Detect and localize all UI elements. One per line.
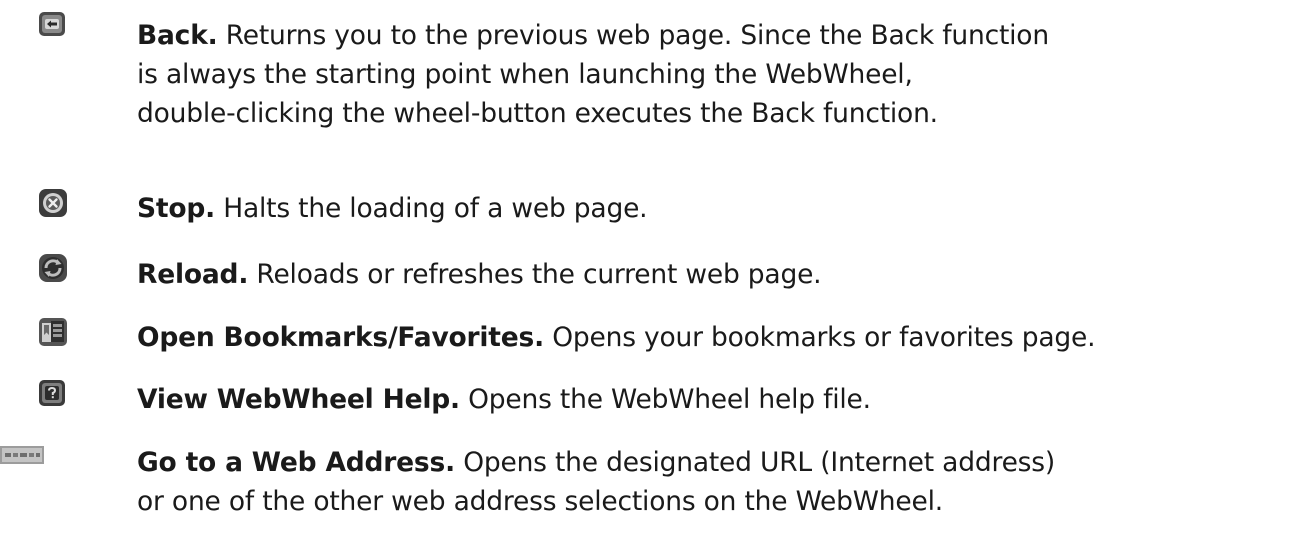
description-line: View WebWheel Help. Opens the WebWheel h… xyxy=(137,384,871,415)
description-line: Open Bookmarks/Favorites. Opens your boo… xyxy=(137,322,1096,353)
function-term: Go to a Web Address. xyxy=(137,447,455,478)
bookmarks-folder-icon xyxy=(38,317,68,347)
function-term: Back. xyxy=(137,20,218,51)
description-line: Back. Returns you to the previous web pa… xyxy=(137,20,1049,51)
description-line: Go to a Web Address. Opens the designate… xyxy=(137,447,1056,478)
description-line: double-clicking the wheel-button execute… xyxy=(137,98,938,129)
function-description: Reload. Reloads or refreshes the current… xyxy=(137,255,822,294)
function-description: Stop. Halts the loading of a web page. xyxy=(137,189,648,228)
stop-x-icon xyxy=(38,188,68,218)
function-description: Open Bookmarks/Favorites. Opens your boo… xyxy=(137,318,1096,357)
help-question-icon xyxy=(38,379,66,407)
function-term: Open Bookmarks/Favorites. xyxy=(137,322,544,353)
description-line: Reload. Reloads or refreshes the current… xyxy=(137,259,822,290)
description-line: Stop. Halts the loading of a web page. xyxy=(137,193,648,224)
web-address-bar-icon xyxy=(0,446,44,464)
back-arrow-icon xyxy=(38,11,66,37)
function-list: Back. Returns you to the previous web pa… xyxy=(0,0,1300,535)
function-description: Go to a Web Address. Opens the designate… xyxy=(137,443,1055,521)
description-line: is always the starting point when launch… xyxy=(137,59,913,90)
function-term: Stop. xyxy=(137,193,215,224)
function-description: View WebWheel Help. Opens the WebWheel h… xyxy=(137,380,871,419)
function-description: Back. Returns you to the previous web pa… xyxy=(137,16,1049,133)
function-term: Reload. xyxy=(137,259,249,290)
reload-circular-icon xyxy=(38,253,68,283)
description-line: or one of the other web address selectio… xyxy=(137,486,943,517)
function-term: View WebWheel Help. xyxy=(137,384,460,415)
